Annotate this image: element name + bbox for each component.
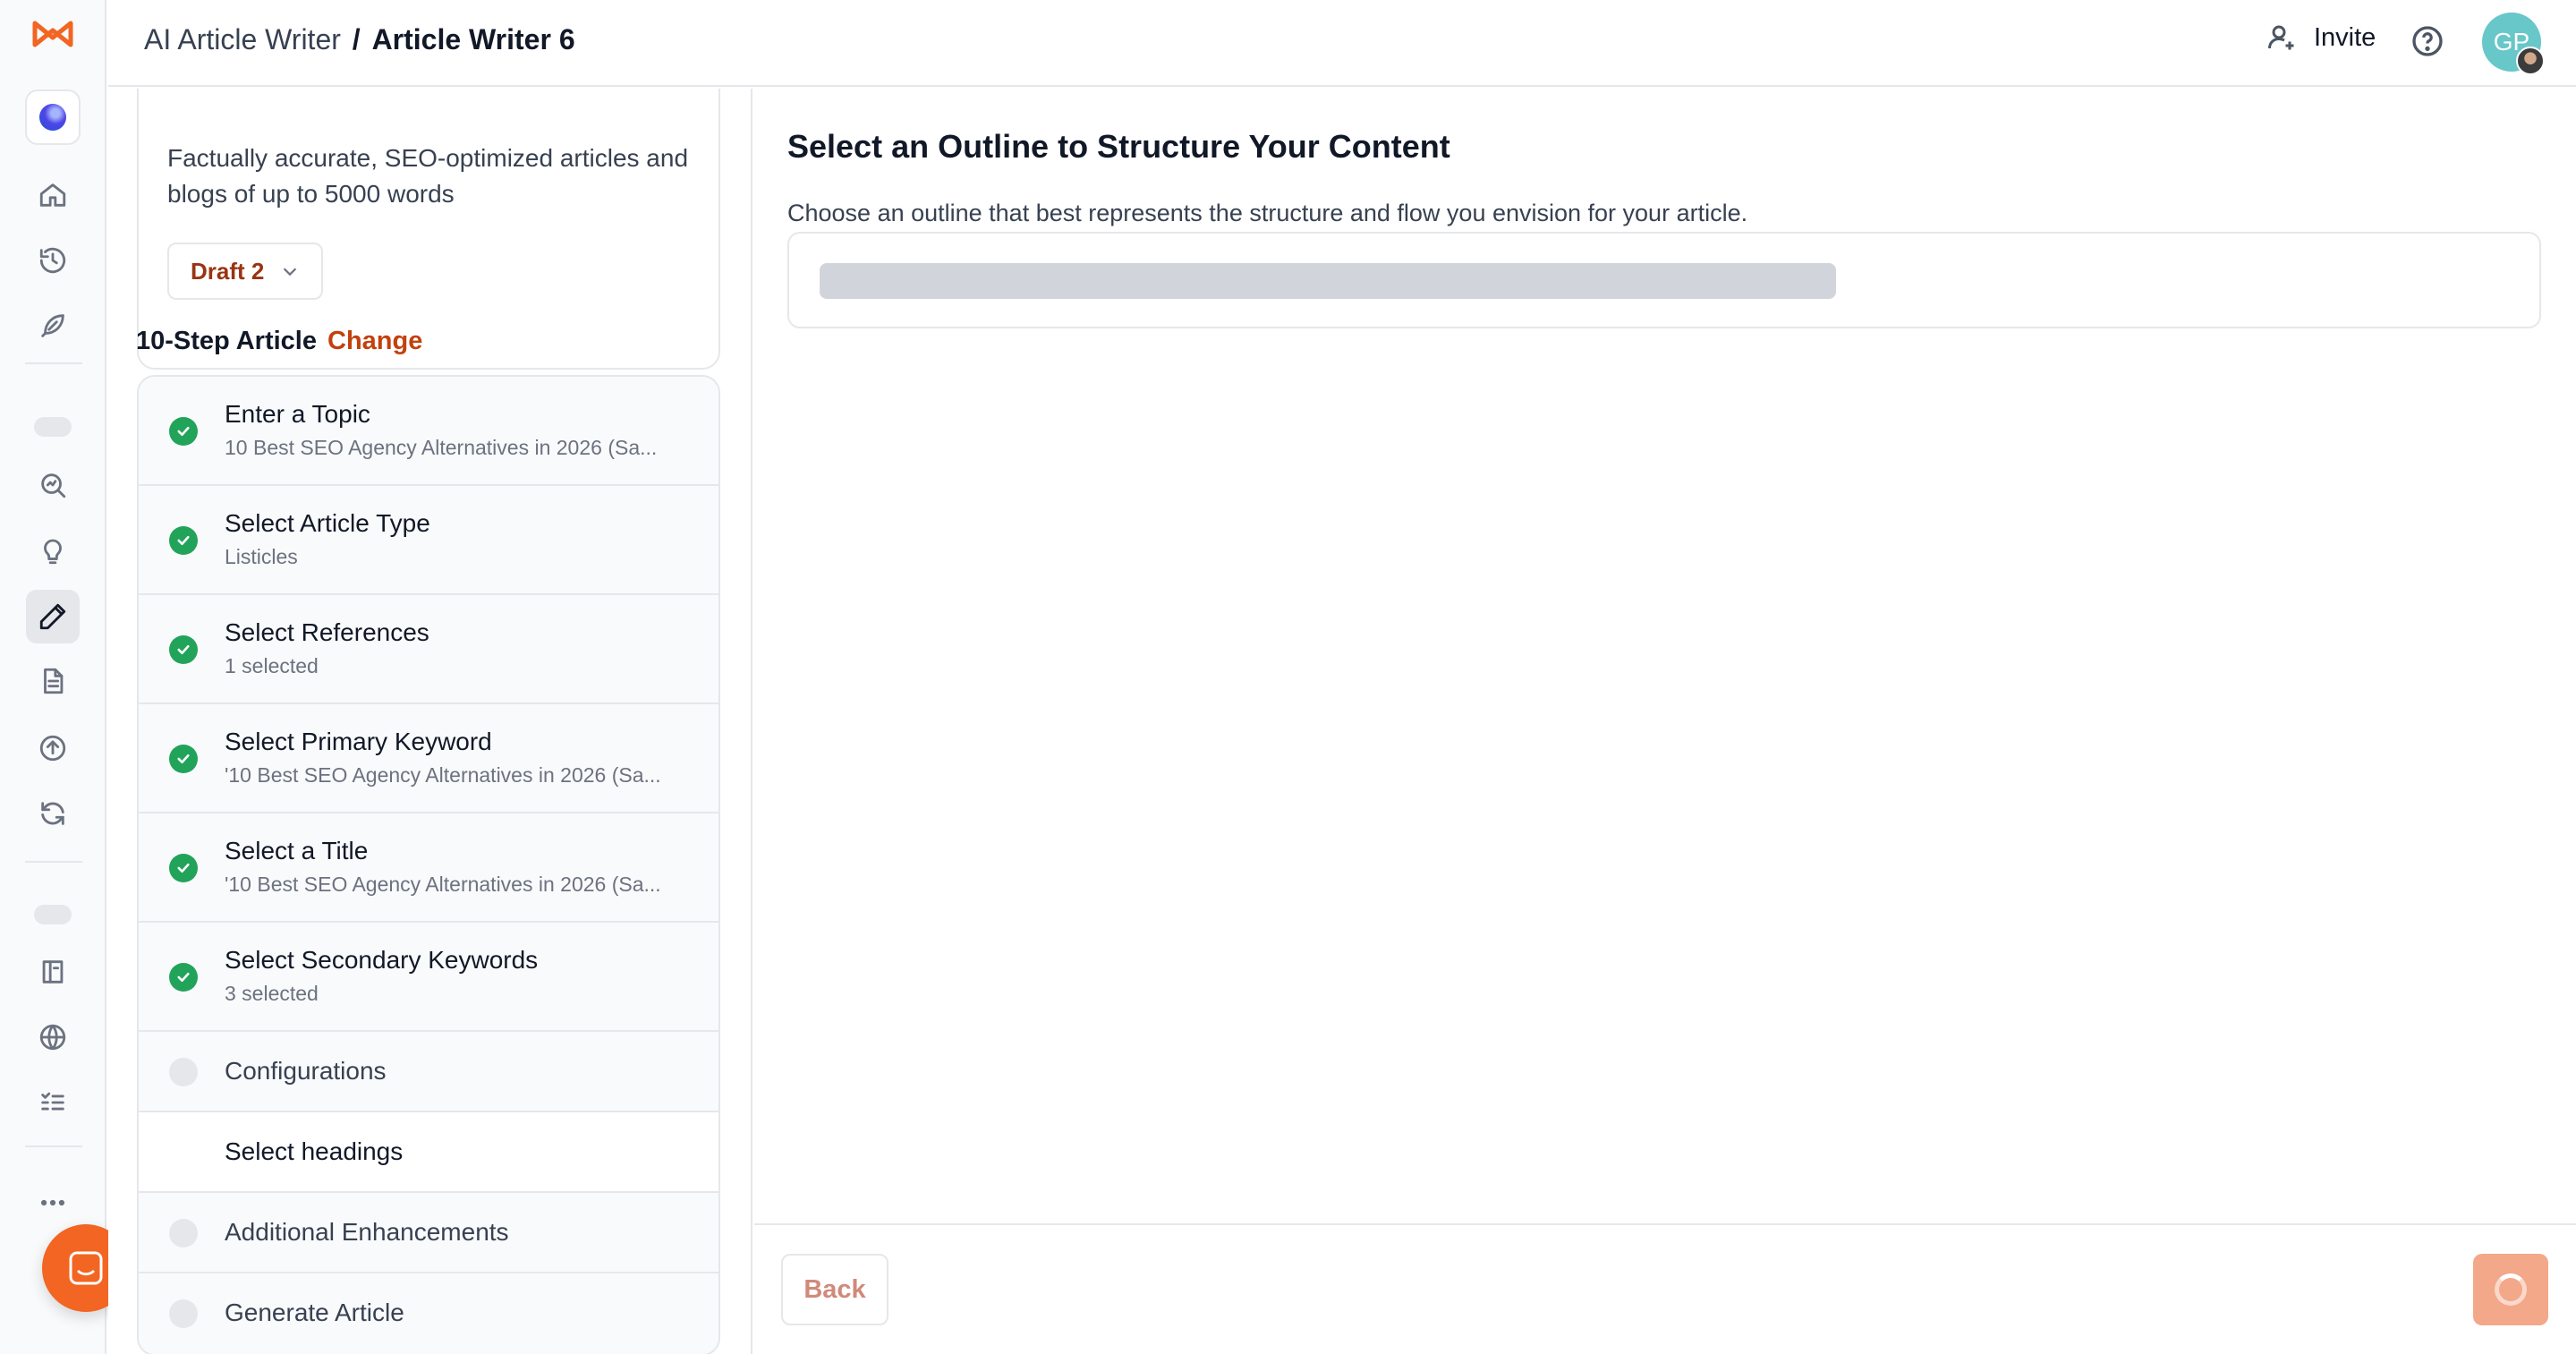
- rail-divider: [25, 362, 82, 364]
- user-avatar[interactable]: GP: [2482, 13, 2545, 75]
- rail-section-label: [34, 905, 72, 924]
- feather-icon[interactable]: [26, 299, 80, 353]
- step-summary: Listicles: [225, 545, 298, 568]
- help-icon: [2412, 26, 2443, 56]
- check-icon: [169, 963, 198, 992]
- breadcrumb-parent[interactable]: AI Article Writer: [144, 23, 341, 55]
- step-secondary-keywords[interactable]: Select Secondary Keywords 3 selected: [139, 923, 718, 1032]
- rail-section-label: [34, 417, 72, 437]
- add-user-icon: [2268, 25, 2294, 50]
- search-analytics-icon[interactable]: [26, 458, 80, 512]
- document-icon[interactable]: [26, 654, 80, 708]
- icon-rail: [0, 0, 106, 1354]
- step-label: Additional Enhancements: [225, 1218, 509, 1246]
- check-icon: [169, 745, 198, 773]
- step-references[interactable]: Select References 1 selected: [139, 595, 718, 704]
- step-summary: 10 Best SEO Agency Alternatives in 2026 …: [225, 436, 658, 459]
- breadcrumb: AI Article Writer / Article Writer 6: [144, 23, 575, 56]
- page-subtitle: Choose an outline that best represents t…: [787, 200, 1748, 226]
- draft-label: Draft 2: [191, 257, 265, 285]
- rail-divider: [25, 1145, 82, 1147]
- lightbulb-icon[interactable]: [26, 524, 80, 578]
- chat-icon: [69, 1251, 103, 1285]
- step-summary: 3 selected: [225, 982, 319, 1005]
- loading-spinner-icon: [2495, 1273, 2527, 1306]
- breadcrumb-separator: /: [352, 23, 361, 55]
- invite-button[interactable]: Invite: [2266, 21, 2376, 54]
- step-label: Generate Article: [225, 1299, 404, 1326]
- workspace-avatar-icon: [39, 104, 66, 131]
- back-button[interactable]: Back: [781, 1254, 888, 1325]
- draft-selector[interactable]: Draft 2: [167, 243, 324, 300]
- refresh-icon[interactable]: [26, 787, 80, 840]
- top-header: AI Article Writer / Article Writer 6 Inv…: [108, 0, 2576, 87]
- step-summary: '10 Best SEO Agency Alternatives in 2026…: [225, 873, 661, 896]
- step-select-headings[interactable]: Select headings: [139, 1112, 718, 1193]
- step-label: Select a Title: [225, 837, 369, 864]
- book-icon[interactable]: [26, 945, 80, 999]
- step-title[interactable]: Select a Title '10 Best SEO Agency Alter…: [139, 813, 718, 923]
- step-label: Configurations: [225, 1057, 387, 1085]
- pending-circle-icon: [169, 1058, 198, 1086]
- workspace-switcher[interactable]: [25, 89, 81, 145]
- avatar-photo-badge: [2516, 47, 2545, 75]
- invite-label: Invite: [2314, 22, 2376, 52]
- breadcrumb-current: Article Writer 6: [371, 23, 575, 55]
- pencil-icon[interactable]: [26, 590, 80, 643]
- step-configurations[interactable]: Configurations: [139, 1032, 718, 1112]
- next-button[interactable]: [2473, 1254, 2548, 1325]
- pending-circle-icon: [169, 1299, 198, 1328]
- check-icon: [169, 417, 198, 446]
- steps-heading: 10-Step Article Change: [136, 327, 422, 356]
- upload-circle-icon[interactable]: [26, 721, 80, 775]
- step-additional-enhancements[interactable]: Additional Enhancements: [139, 1193, 718, 1273]
- step-label: Enter a Topic: [225, 400, 370, 428]
- steps-title: 10-Step Article: [136, 327, 317, 355]
- help-button[interactable]: [2410, 23, 2445, 59]
- pending-circle-icon: [169, 1219, 198, 1248]
- outline-option-card[interactable]: [787, 232, 2541, 328]
- more-icon[interactable]: [26, 1176, 80, 1230]
- home-icon[interactable]: [26, 168, 80, 222]
- rail-divider: [25, 861, 82, 863]
- main-content: Select an Outline to Structure Your Cont…: [754, 89, 2576, 1354]
- chevron-down-icon: [284, 268, 297, 277]
- steps-list: Enter a Topic 10 Best SEO Agency Alterna…: [137, 375, 720, 1354]
- change-steps-link[interactable]: Change: [327, 327, 422, 355]
- step-primary-keyword[interactable]: Select Primary Keyword '10 Best SEO Agen…: [139, 704, 718, 813]
- check-icon: [169, 635, 198, 664]
- check-icon: [169, 526, 198, 555]
- brand-logo-icon[interactable]: [32, 20, 73, 48]
- step-summary: 1 selected: [225, 654, 319, 677]
- step-generate-article[interactable]: Generate Article: [139, 1273, 718, 1354]
- step-label: Select headings: [225, 1137, 404, 1165]
- loading-skeleton: [820, 263, 1836, 299]
- check-icon: [169, 854, 198, 882]
- step-label: Select Primary Keyword: [225, 728, 492, 755]
- step-label: Select References: [225, 618, 429, 646]
- history-icon[interactable]: [26, 234, 80, 287]
- step-summary: '10 Best SEO Agency Alternatives in 2026…: [225, 763, 661, 787]
- step-enter-topic[interactable]: Enter a Topic 10 Best SEO Agency Alterna…: [139, 377, 718, 486]
- step-label: Select Article Type: [225, 509, 430, 537]
- action-footer: Back: [754, 1223, 2576, 1354]
- page-title: Select an Outline to Structure Your Cont…: [787, 128, 1450, 165]
- globe-icon[interactable]: [26, 1010, 80, 1064]
- step-label: Select Secondary Keywords: [225, 946, 539, 974]
- step-article-type[interactable]: Select Article Type Listicles: [139, 486, 718, 595]
- article-type-description: Factually accurate, SEO-optimized articl…: [167, 144, 689, 208]
- steps-panel: Factually accurate, SEO-optimized articl…: [108, 89, 752, 1354]
- checklist-icon[interactable]: [26, 1076, 80, 1129]
